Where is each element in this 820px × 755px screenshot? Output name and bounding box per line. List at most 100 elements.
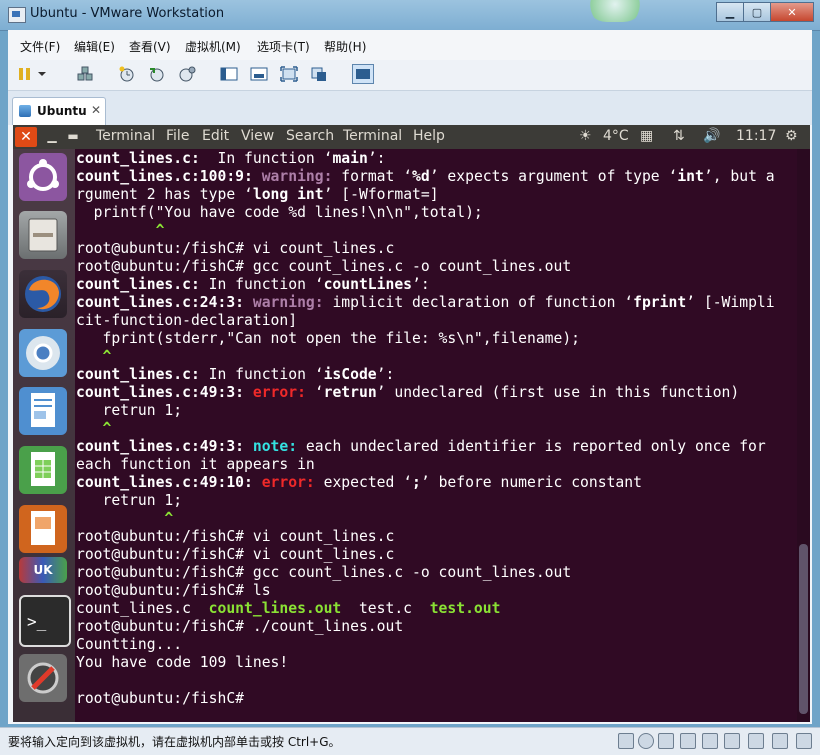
console-icon[interactable]	[250, 65, 268, 83]
terminal-text: root@ubuntu:/fishC# gcc count_lines.c -o…	[76, 564, 572, 581]
terminal-line: count_lines.c: In function ‘countLines’:	[76, 276, 430, 294]
terminal-text: rgument 2 has type ‘	[76, 186, 253, 203]
window-controls: ▁ ▢ ✕	[716, 2, 814, 22]
terminal-text: count_lines.c:	[76, 276, 200, 293]
terminal-icon[interactable]: >_	[19, 595, 71, 647]
weather-temperature[interactable]: 4°C	[603, 128, 629, 144]
terminal-scrollbar[interactable]	[797, 149, 810, 722]
terminal-text: ^	[76, 420, 112, 437]
terminal-text: retrun 1;	[76, 402, 183, 419]
scrollbar-thumb[interactable]	[799, 544, 808, 714]
terminal-line: count_lines.c:49:3: error: ‘retrun’ unde…	[76, 384, 739, 402]
cd-dvd-icon[interactable]	[638, 733, 654, 749]
software-center-icon[interactable]: UK	[19, 557, 67, 583]
printer-icon[interactable]	[702, 733, 718, 749]
vmware-app-icon	[8, 7, 26, 23]
terminal-text: note:	[244, 438, 298, 455]
terminal-minimize-button[interactable]: ▁	[45, 129, 59, 143]
writer-icon[interactable]	[19, 387, 67, 435]
hard-disk-icon[interactable]	[618, 733, 634, 749]
impress-icon[interactable]	[19, 505, 67, 553]
clock[interactable]: 11:17	[736, 128, 776, 144]
view-sidebar-icon[interactable]	[220, 65, 238, 83]
terminal-text: root@ubuntu:/fishC# vi count_lines.c	[76, 528, 395, 545]
terminal-line: root@ubuntu:/fishC# ls	[76, 582, 271, 600]
menu-help[interactable]: Help	[413, 128, 445, 144]
fullscreen-icon[interactable]	[280, 65, 298, 83]
pause-icon[interactable]	[16, 65, 34, 83]
menu-edit[interactable]: Edit	[202, 128, 229, 144]
terminal-text: ’:	[367, 150, 386, 167]
terminal-text: implicit declaration of function ‘	[323, 294, 634, 311]
terminal-line: ^	[76, 510, 173, 528]
menu-view[interactable]: 查看(V)	[129, 38, 171, 55]
close-button[interactable]: ✕	[770, 2, 814, 22]
maximize-button[interactable]: ▢	[743, 2, 771, 22]
minimize-button[interactable]: ▁	[716, 2, 744, 22]
terminal-maximize-button[interactable]: ▬	[66, 129, 80, 143]
calendar-icon[interactable]: ▦	[640, 128, 653, 144]
terminal-text: count_lines.c:49:3:	[76, 438, 245, 455]
terminal-close-button[interactable]: ✕	[15, 127, 37, 147]
menu-search[interactable]: Search	[286, 128, 334, 144]
terminal-text: ’ [-Wformat=]	[323, 186, 439, 203]
message-log-icon[interactable]	[772, 733, 788, 749]
app-name-terminal[interactable]: Terminal	[96, 128, 155, 144]
unity-icon[interactable]	[310, 65, 328, 83]
menu-file[interactable]: File	[166, 128, 189, 144]
terminal-text: root@ubuntu:/fishC# vi count_lines.c	[76, 546, 395, 563]
sound-card-icon[interactable]	[724, 733, 740, 749]
settings-icon[interactable]: ⚙	[785, 128, 798, 144]
calc-icon[interactable]	[19, 446, 67, 494]
terminal-output[interactable]: count_lines.c: In function ‘main’: count_…	[75, 149, 797, 722]
terminal-line: ^	[76, 222, 165, 240]
menu-file[interactable]: 文件(F)	[20, 38, 60, 55]
snapshot-icon[interactable]	[118, 65, 136, 83]
menu-help[interactable]: 帮助(H)	[324, 38, 366, 55]
volume-icon[interactable]: 🔊	[703, 128, 720, 144]
unity-launcher: UK >_	[13, 149, 75, 722]
chromium-icon[interactable]	[19, 329, 67, 377]
files-icon[interactable]	[19, 211, 67, 259]
menu-terminal[interactable]: Terminal	[343, 128, 402, 144]
ubuntu-logo-icon[interactable]	[19, 153, 67, 201]
menu-vm[interactable]: 虚拟机(M)	[185, 38, 241, 55]
vm-display[interactable]: ✕ ▁ ▬ Terminal File Edit View Search Ter…	[13, 125, 810, 722]
display-icon[interactable]	[748, 733, 764, 749]
system-settings-icon[interactable]	[19, 654, 67, 702]
terminal-text: error:	[252, 474, 315, 491]
revert-icon[interactable]	[148, 65, 166, 83]
chevron-down-icon[interactable]	[36, 65, 48, 83]
tab-close-icon[interactable]: ✕	[91, 103, 101, 117]
manage-snapshots-icon[interactable]	[178, 65, 196, 83]
terminal-text: fprint(stderr,"Can not open the file: %s…	[76, 330, 581, 347]
terminal-line: rgument 2 has type ‘long int’ [-Wformat=…	[76, 186, 439, 204]
terminal-text: %d	[412, 168, 430, 185]
terminal-line: ^	[76, 348, 112, 366]
network-icon[interactable]: ⇅	[673, 128, 685, 144]
terminal-text: countLines	[323, 276, 413, 293]
menu-tabs[interactable]: 选项卡(T)	[257, 38, 310, 55]
send-ctrl-alt-del-icon[interactable]	[76, 65, 94, 83]
menu-edit[interactable]: 编辑(E)	[74, 38, 115, 55]
thumbnail-icon[interactable]	[352, 64, 374, 84]
usb-icon[interactable]	[680, 733, 696, 749]
terminal-text: warning:	[252, 168, 333, 185]
terminal-line: root@ubuntu:/fishC# vi count_lines.c	[76, 546, 394, 564]
terminal-text: ’ expects argument of type ‘	[429, 168, 678, 185]
tab-strip: Ubuntu ✕	[8, 91, 812, 125]
terminal-line: count_lines.c:49:3: note: each undeclare…	[76, 438, 766, 456]
terminal-text: count_lines.c:100:9:	[76, 168, 253, 185]
terminal-text: int	[677, 168, 704, 185]
firefox-icon[interactable]	[19, 270, 67, 318]
terminal-line: Countting...	[76, 636, 182, 654]
resize-grip-icon[interactable]	[796, 733, 812, 749]
terminal-line: root@ubuntu:/fishC#	[76, 690, 244, 708]
window-titlebar[interactable]: Ubuntu - VMware Workstation ▁ ▢ ✕	[0, 0, 820, 31]
network-adapter-icon[interactable]	[658, 733, 674, 749]
menu-view[interactable]: View	[241, 128, 274, 144]
weather-icon[interactable]: ☀	[579, 128, 592, 144]
toolbar	[8, 60, 812, 91]
tab-ubuntu[interactable]: Ubuntu ✕	[12, 97, 106, 125]
status-bar: 要将输入定向到该虚拟机，请在虚拟机内部单击或按 Ctrl+G。	[0, 727, 820, 755]
